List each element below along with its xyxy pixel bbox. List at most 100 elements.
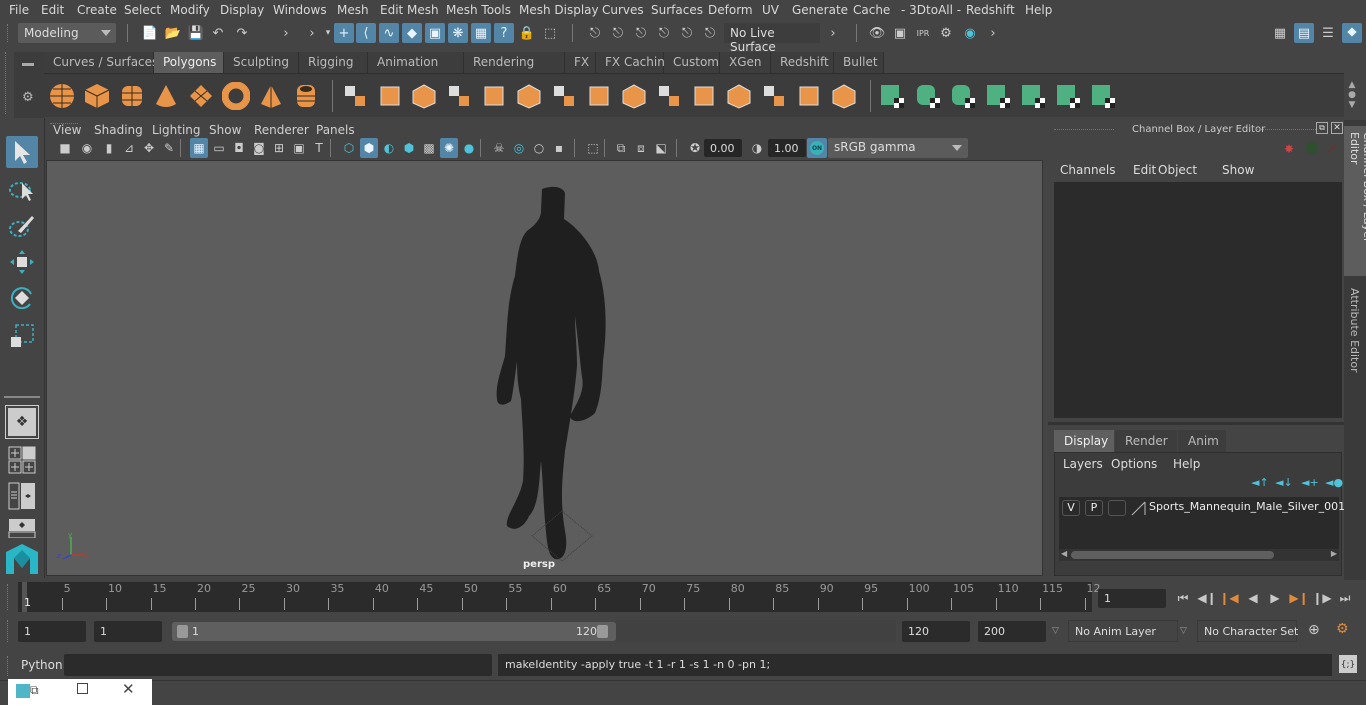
shelf-tab-curves-surfaces[interactable]: Curves / Surfaces <box>44 52 158 73</box>
snap-view-plane-icon[interactable]: ⎋ <box>654 23 674 43</box>
timeline-drag-handle[interactable] <box>7 584 11 610</box>
four-view-layout-icon[interactable] <box>8 446 36 474</box>
outliner-persp-layout-icon[interactable] <box>8 482 36 510</box>
bevel-icon[interactable] <box>655 82 683 110</box>
combine-icon[interactable] <box>341 82 369 110</box>
motion-blur-icon[interactable]: ◎ <box>510 138 528 158</box>
layer-tab-display[interactable]: Display <box>1054 430 1114 452</box>
select-component-icon[interactable]: ∿ <box>379 23 399 43</box>
hyper-icon[interactable]: ↗ <box>1326 142 1336 156</box>
cylindrical-uv-icon[interactable] <box>914 82 942 110</box>
menu-edit[interactable]: Edit <box>41 3 64 17</box>
shelf-tab-sculpting[interactable]: Sculpting <box>224 52 299 73</box>
channel-menu-edit[interactable]: Edit <box>1133 163 1156 177</box>
persp-graph-layout-icon[interactable] <box>8 518 36 539</box>
layer-playback-toggle[interactable]: P <box>1085 500 1103 516</box>
resolution-gate-icon[interactable]: ◘ <box>230 138 248 158</box>
layer-menu-options[interactable]: Options <box>1111 457 1157 471</box>
smooth-shade-icon[interactable]: ⬢ <box>360 138 378 158</box>
selection-highlight-icon[interactable]: ⬚ <box>540 23 560 43</box>
move-tool-icon[interactable] <box>6 246 38 278</box>
anim-layer-dropdown-icon[interactable]: ▽ <box>1052 626 1059 636</box>
multi-cut-icon[interactable] <box>550 82 578 110</box>
channel-menu-channels[interactable]: Channels <box>1060 163 1116 177</box>
gamma-field[interactable]: 1.00 <box>768 139 806 157</box>
command-input[interactable] <box>64 654 492 676</box>
collapse-arrow-icon[interactable]: › <box>823 23 843 43</box>
contour-stretch-icon[interactable] <box>1019 82 1047 110</box>
poly-pyramid-icon[interactable] <box>257 82 285 110</box>
poly-cone-icon[interactable] <box>152 82 180 110</box>
animation-preferences-icon[interactable]: ⚙ <box>1336 621 1349 637</box>
layer-menu-layers[interactable]: Layers <box>1063 457 1103 471</box>
snap-curve-icon[interactable]: ⎋ <box>608 23 628 43</box>
shelf-tab-rendering[interactable]: Rendering <box>464 52 565 73</box>
panel-menu-renderer[interactable]: Renderer <box>254 123 309 137</box>
camera-attributes-icon[interactable]: ◉ <box>78 138 96 158</box>
shelf-tab-redshift[interactable]: Redshift <box>771 52 834 73</box>
shelf-tab-animation[interactable]: Animation <box>368 52 464 73</box>
shadows-icon[interactable]: ● <box>460 138 478 158</box>
panel-splitter[interactable] <box>1048 422 1344 425</box>
image-plane-icon[interactable]: ⊿ <box>120 138 138 158</box>
menu-file[interactable]: File <box>9 3 29 17</box>
xray-joints-icon[interactable]: ⬕ <box>652 138 670 158</box>
channel-box-toggle-icon[interactable]: ⯁ <box>1342 23 1362 43</box>
layer-name[interactable]: Sports_Mannequin_Male_Silver_001_ <box>1149 500 1351 513</box>
layer-display-type-toggle[interactable] <box>1108 500 1126 516</box>
collapse-arrow-icon[interactable]: › <box>276 23 296 43</box>
snap-point-icon[interactable]: ⎋ <box>631 23 651 43</box>
layer-row[interactable]: V P Sports_Mannequin_Male_Silver_001_ <box>1059 499 1351 517</box>
menu-windows[interactable]: Windows <box>273 3 327 17</box>
color-management-toggle[interactable]: ON <box>807 138 827 158</box>
poly-plane-icon[interactable] <box>187 82 215 110</box>
spherical-uv-icon[interactable] <box>949 82 977 110</box>
isolate-select-icon[interactable]: ⬚ <box>584 138 602 158</box>
float-panel-icon[interactable]: ⧉ <box>1316 122 1328 134</box>
shelf-settings-gear-icon[interactable]: ⚙ <box>22 90 34 105</box>
workspace-dropdown[interactable]: Modeling <box>18 23 116 43</box>
menu-cache[interactable]: Cache <box>853 3 890 17</box>
layer-tab-anim[interactable]: Anim <box>1178 430 1226 452</box>
hypershade-icon[interactable]: ◉ <box>960 23 980 43</box>
time-slider[interactable]: 1 5 10 15 20 25 30 35 40 45 50 55 60 65 70 75 80 85 90 95 1… <box>18 582 1101 612</box>
lasso-tool-icon[interactable] <box>6 174 38 206</box>
shelf-menu-icon[interactable] <box>22 63 34 66</box>
snap-surface-icon[interactable]: ⎋ <box>677 23 697 43</box>
snap-grid-icon[interactable]: ⎋ <box>585 23 605 43</box>
panel-menu-panels[interactable]: Panels <box>316 123 355 137</box>
exposure-field[interactable]: 0.00 <box>704 139 742 157</box>
save-scene-icon[interactable]: 💾 <box>186 23 206 43</box>
panel-menu-lighting[interactable]: Lighting <box>152 123 201 137</box>
new-scene-icon[interactable]: 📄 <box>140 23 160 43</box>
lock-icon[interactable]: 🔒 <box>517 23 537 43</box>
playback-start-field[interactable]: 1 <box>94 621 162 642</box>
menu-display[interactable]: Display <box>220 3 264 17</box>
layer-list-scrollbar[interactable]: ◀ ▶ <box>1059 549 1339 561</box>
select-object-icon[interactable]: ⟨ <box>356 23 376 43</box>
poly-sphere-icon[interactable] <box>48 82 76 110</box>
render-frame-icon[interactable]: ▣ <box>890 23 910 43</box>
mannequin-model[interactable] <box>467 181 627 581</box>
select-face-icon[interactable]: ❋ <box>448 23 468 43</box>
panel-menu-view[interactable]: View <box>53 123 81 137</box>
safe-action-icon[interactable]: ▣ <box>290 138 308 158</box>
menu-curves[interactable]: Curves <box>602 3 644 17</box>
script-editor-icon[interactable]: {;} <box>1339 655 1357 673</box>
play-backwards-icon[interactable]: ◀ <box>1244 590 1262 606</box>
exposure-icon[interactable]: ✪ <box>686 138 704 158</box>
two-d-pan-zoom-icon[interactable]: ✥ <box>140 138 158 158</box>
grid-icon[interactable]: ▦ <box>190 138 208 158</box>
step-back-frame-icon[interactable]: ◀❙ <box>1197 590 1216 606</box>
attribute-editor-toggle-icon[interactable]: ▤ <box>1294 23 1314 43</box>
manipulator-icon[interactable]: ✸ <box>1284 142 1294 156</box>
render-settings-icon[interactable]: ⚙ <box>936 23 956 43</box>
layer-color-swatch[interactable] <box>1131 500 1147 516</box>
shelf-tab-fx-caching[interactable]: FX Caching <box>596 52 672 73</box>
move-layer-down-icon[interactable]: ◄↓ <box>1275 476 1293 489</box>
redo-icon[interactable]: ↷ <box>232 23 252 43</box>
shelf-tab-custom[interactable]: Custom <box>664 52 720 73</box>
poly-cube-icon[interactable] <box>83 82 111 110</box>
channel-list[interactable] <box>1054 182 1342 418</box>
extrude-icon[interactable] <box>725 82 753 110</box>
